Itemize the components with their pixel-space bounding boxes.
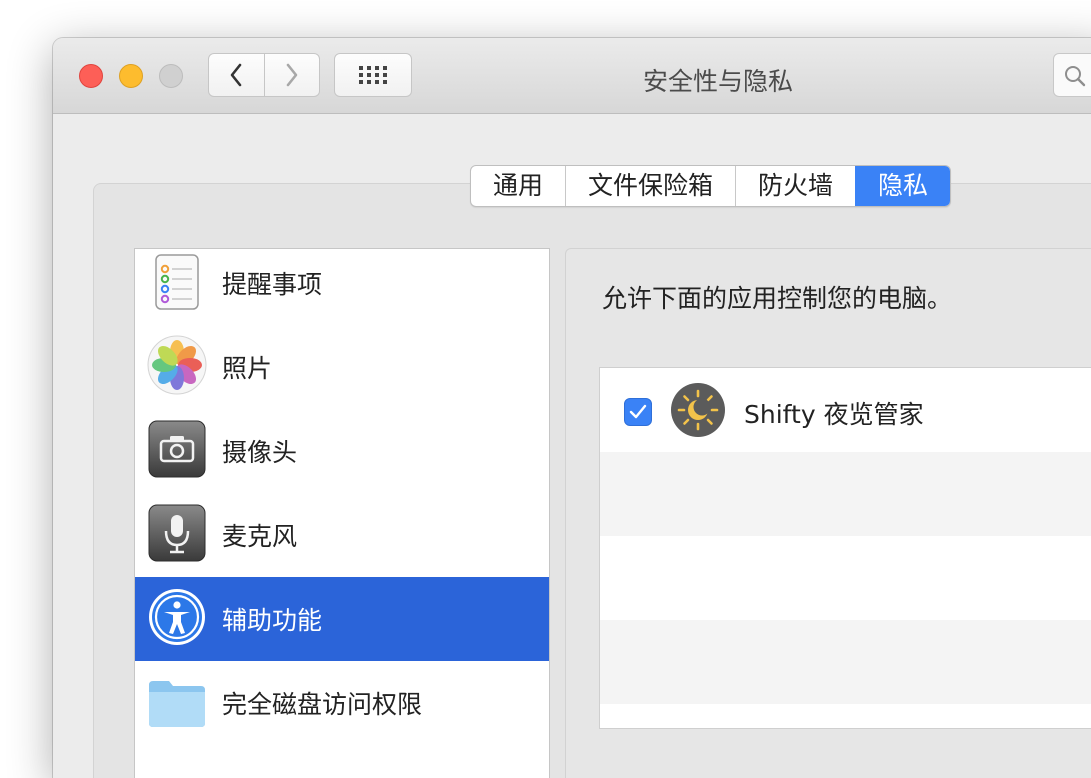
microphone-icon	[148, 504, 206, 562]
checkmark-icon	[629, 404, 647, 419]
accessibility-icon	[149, 589, 205, 645]
photos-icon	[147, 335, 207, 395]
search-field[interactable]	[1053, 53, 1091, 97]
tab-bar: 通用 文件保险箱 防火墙 隐私	[470, 165, 952, 207]
permission-description: 允许下面的应用控制您的电脑。	[602, 284, 953, 313]
detail-pane: 允许下面的应用控制您的电脑。 Shifty 夜览管家	[565, 248, 1091, 778]
minimize-window-button[interactable]	[119, 64, 143, 88]
tab-firewall[interactable]: 防火墙	[735, 166, 855, 206]
list-item-empty	[600, 536, 1091, 620]
sidebar-item-camera[interactable]: 摄像头	[135, 409, 549, 493]
tab-filevault[interactable]: 文件保险箱	[565, 166, 735, 206]
window-title: 安全性与隐私	[642, 67, 793, 96]
sidebar-item-label: 照片	[222, 354, 273, 383]
list-item-empty	[600, 452, 1091, 536]
search-icon	[1065, 66, 1086, 87]
show-all-button[interactable]	[334, 53, 412, 97]
list-item[interactable]: Shifty 夜览管家	[600, 368, 1091, 452]
sidebar-item-label: 摄像头	[222, 438, 298, 467]
sidebar-item-label: 辅助功能	[222, 606, 323, 635]
privacy-category-list: 提醒事项 照片 摄像头 麦克风 辅助功能 完全磁盘访问权限	[134, 248, 550, 778]
sidebar-item-reminders[interactable]: 提醒事项	[135, 249, 549, 325]
reminders-icon	[155, 254, 199, 310]
list-item-empty	[600, 620, 1091, 704]
sidebar-item-photos[interactable]: 照片	[135, 325, 549, 409]
sidebar-item-full-disk-access[interactable]: 完全磁盘访问权限	[135, 661, 549, 745]
tab-privacy[interactable]: 隐私	[855, 166, 951, 206]
sidebar-item-label: 提醒事项	[222, 270, 323, 299]
sidebar-item-label: 麦克风	[222, 522, 298, 551]
sidebar-item-microphone[interactable]: 麦克风	[135, 493, 549, 577]
chevron-right-icon	[286, 63, 298, 87]
folder-icon	[149, 681, 205, 727]
close-window-button[interactable]	[79, 64, 103, 88]
forward-button[interactable]	[263, 54, 320, 96]
shifty-sun-moon-icon	[671, 383, 725, 437]
app-name: Shifty 夜览管家	[744, 400, 924, 429]
chevron-left-icon	[230, 63, 242, 87]
zoom-window-button[interactable]	[159, 64, 183, 88]
camera-icon	[148, 420, 206, 478]
sidebar-item-accessibility[interactable]: 辅助功能	[135, 577, 549, 661]
app-enable-checkbox[interactable]	[624, 398, 652, 426]
grid-icon	[359, 66, 387, 84]
navigation-buttons	[208, 53, 320, 97]
back-button[interactable]	[209, 54, 264, 96]
title-bar: 安全性与隐私	[53, 38, 1091, 114]
app-list: Shifty 夜览管家	[599, 367, 1091, 729]
sidebar-item-label: 完全磁盘访问权限	[222, 690, 423, 719]
preferences-window: 安全性与隐私 通用 文件保险箱 防火墙 隐私 提醒事项 照片 摄像头 麦克风 辅…	[53, 38, 1091, 778]
tab-general[interactable]: 通用	[471, 166, 565, 206]
